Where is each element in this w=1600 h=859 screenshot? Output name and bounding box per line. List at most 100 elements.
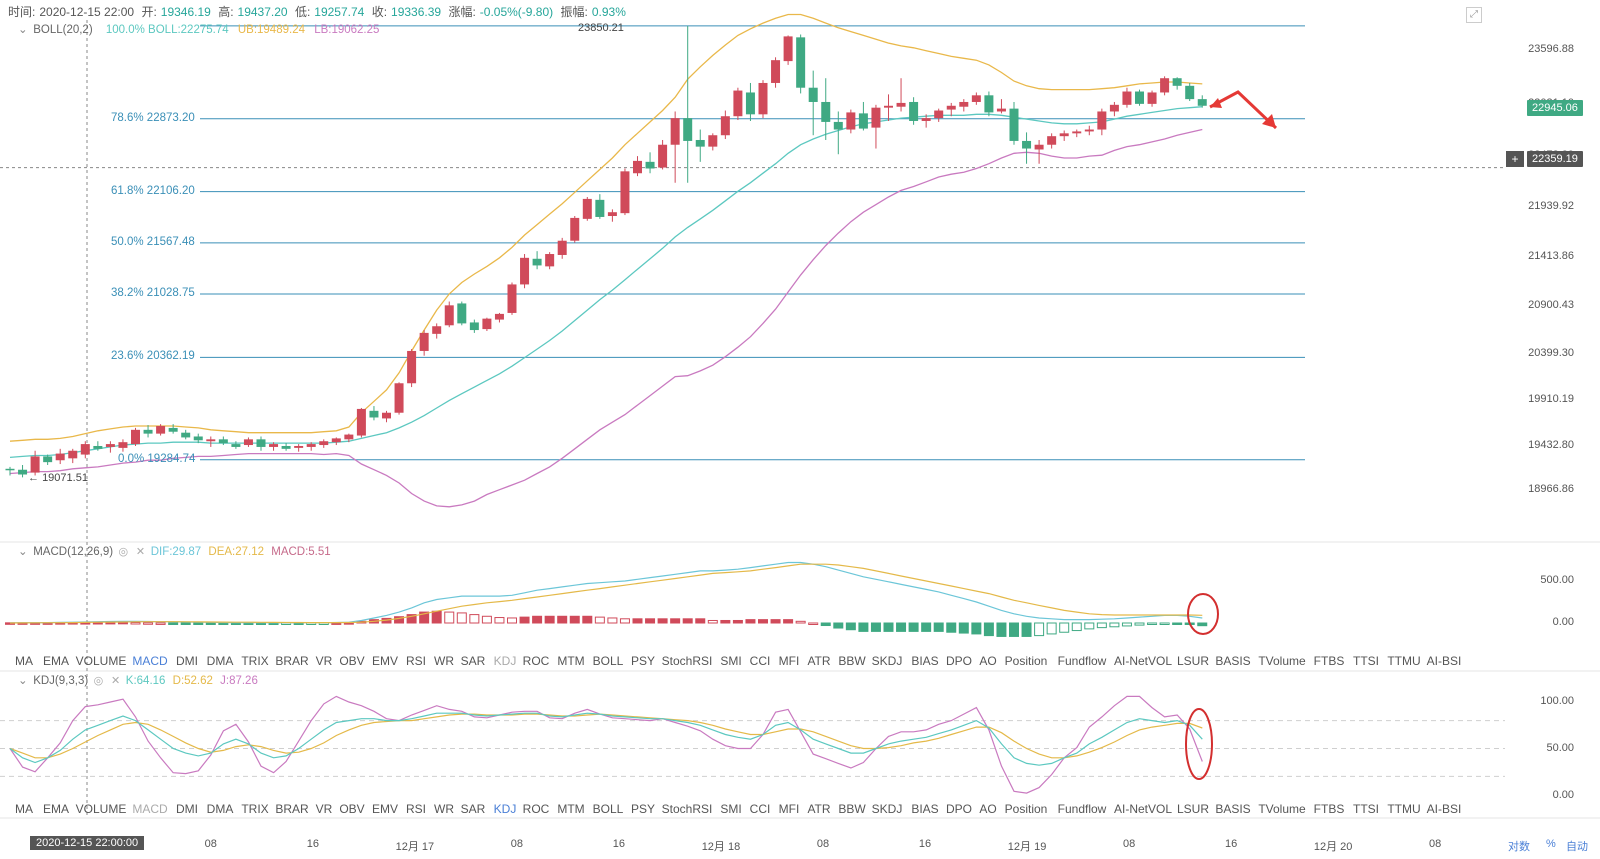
- indicator-tab-ttmu[interactable]: TTMU: [1387, 654, 1420, 668]
- indicator-tab-emv[interactable]: EMV: [372, 654, 398, 668]
- indicator-tab-atr[interactable]: ATR: [807, 802, 830, 816]
- indicator-tab-boll[interactable]: BOLL: [593, 654, 624, 668]
- close-icon[interactable]: ✕: [109, 674, 123, 687]
- indicator-tab-rsi[interactable]: RSI: [406, 654, 426, 668]
- indicator-tab-ai-bsi[interactable]: AI-BSI: [1427, 654, 1462, 668]
- indicator-tab-skdj[interactable]: SKDJ: [872, 802, 903, 816]
- indicator-tab-bias[interactable]: BIAS: [911, 654, 938, 668]
- indicator-tab-ttsi[interactable]: TTSI: [1353, 654, 1379, 668]
- indicator-tab-basis[interactable]: BASIS: [1215, 802, 1250, 816]
- indicator-tab-dma[interactable]: DMA: [207, 654, 234, 668]
- indicator-tab-dma[interactable]: DMA: [207, 802, 234, 816]
- indicator-tab-mfi[interactable]: MFI: [779, 654, 800, 668]
- indicator-tab-ma[interactable]: MA: [15, 802, 33, 816]
- indicator-tab-ema[interactable]: EMA: [43, 802, 69, 816]
- indicator-tab-psy[interactable]: PSY: [631, 654, 655, 668]
- indicator-tab-vr[interactable]: VR: [316, 654, 333, 668]
- indicator-tab-ai-bsi[interactable]: AI-BSI: [1427, 802, 1462, 816]
- collapse-chevron-icon[interactable]: ⌄: [18, 544, 30, 558]
- indicator-tab-ftbs[interactable]: FTBS: [1314, 802, 1345, 816]
- indicator-tab-cci[interactable]: CCI: [750, 802, 771, 816]
- indicator-tab-dmi[interactable]: DMI: [176, 802, 198, 816]
- indicator-tab-boll[interactable]: BOLL: [593, 802, 624, 816]
- indicator-tab-ao[interactable]: AO: [979, 654, 996, 668]
- add-alert-button[interactable]: +: [1506, 151, 1524, 167]
- indicator-tab-trix[interactable]: TRIX: [241, 802, 268, 816]
- indicator-tab-sar[interactable]: SAR: [461, 802, 486, 816]
- candle-body: [319, 441, 329, 446]
- indicator-tab-lsur[interactable]: LSUR: [1177, 802, 1209, 816]
- indicator-tab-dpo[interactable]: DPO: [946, 654, 972, 668]
- indicator-tab-position[interactable]: Position: [1005, 802, 1048, 816]
- indicator-tab-smi[interactable]: SMI: [720, 802, 741, 816]
- indicator-tab-position[interactable]: Position: [1005, 654, 1048, 668]
- indicator-tab-macd[interactable]: MACD: [132, 802, 167, 816]
- macd-histogram-bar: [205, 622, 216, 625]
- macd-histogram-bar: [946, 622, 957, 633]
- indicator-tab-tvolume[interactable]: TVolume: [1258, 802, 1305, 816]
- indicator-tab-ftbs[interactable]: FTBS: [1314, 654, 1345, 668]
- indicator-tab-fundflow[interactable]: Fundflow: [1058, 654, 1107, 668]
- settings-icon[interactable]: ◎: [116, 545, 130, 558]
- indicator-tab-ema[interactable]: EMA: [43, 654, 69, 668]
- indicator-tab-volume[interactable]: VOLUME: [76, 802, 127, 816]
- indicator-tab-macd[interactable]: MACD: [132, 654, 167, 668]
- indicator-tab-skdj[interactable]: SKDJ: [872, 654, 903, 668]
- indicator-tab-lsur[interactable]: LSUR: [1177, 654, 1209, 668]
- indicator-tab-bbw[interactable]: BBW: [838, 654, 865, 668]
- indicator-tab-roc[interactable]: ROC: [523, 802, 550, 816]
- indicator-tab-obv[interactable]: OBV: [339, 802, 364, 816]
- indicator-tab-fundflow[interactable]: Fundflow: [1058, 802, 1107, 816]
- indicator-tab-ai-netvol[interactable]: AI-NetVOL: [1114, 802, 1172, 816]
- settings-icon[interactable]: ◎: [91, 674, 105, 687]
- macd-histogram-bar: [908, 622, 919, 632]
- indicator-tab-vr[interactable]: VR: [316, 802, 333, 816]
- collapse-chevron-icon[interactable]: ⌄: [18, 673, 30, 687]
- indicator-tab-ttmu[interactable]: TTMU: [1387, 802, 1420, 816]
- indicator-tab-atr[interactable]: ATR: [807, 654, 830, 668]
- indicator-tab-mtm[interactable]: MTM: [557, 802, 584, 816]
- indicator-tab-dpo[interactable]: DPO: [946, 802, 972, 816]
- indicator-tab-ai-netvol[interactable]: AI-NetVOL: [1114, 654, 1172, 668]
- chart-canvas[interactable]: [0, 0, 1600, 859]
- indicator-tab-dmi[interactable]: DMI: [176, 654, 198, 668]
- indicator-tab-basis[interactable]: BASIS: [1215, 654, 1250, 668]
- candle-body: [206, 439, 216, 442]
- indicator-tab-bbw[interactable]: BBW: [838, 802, 865, 816]
- indicator-tab-emv[interactable]: EMV: [372, 802, 398, 816]
- indicator-tab-smi[interactable]: SMI: [720, 654, 741, 668]
- indicator-tab-tvolume[interactable]: TVolume: [1258, 654, 1305, 668]
- indicator-tab-trix[interactable]: TRIX: [241, 654, 268, 668]
- indicator-tab-bias[interactable]: BIAS: [911, 802, 938, 816]
- log-scale-button[interactable]: 对数: [1508, 838, 1530, 854]
- fib-level-label: 38.2% 21028.75: [111, 287, 195, 300]
- close-icon[interactable]: ✕: [134, 545, 148, 558]
- indicator-tab-psy[interactable]: PSY: [631, 802, 655, 816]
- indicator-tab-stochrsi[interactable]: StochRSI: [662, 802, 713, 816]
- candle-body: [720, 116, 730, 136]
- candle-body: [884, 105, 893, 108]
- indicator-tab-sar[interactable]: SAR: [461, 654, 486, 668]
- indicator-tab-brar[interactable]: BRAR: [275, 802, 308, 816]
- indicator-tab-stochrsi[interactable]: StochRSI: [662, 654, 713, 668]
- indicator-tab-mtm[interactable]: MTM: [557, 654, 584, 668]
- indicator-tab-roc[interactable]: ROC: [523, 654, 550, 668]
- percent-scale-button[interactable]: %: [1546, 838, 1556, 850]
- indicator-tab-mfi[interactable]: MFI: [779, 802, 800, 816]
- indicator-tab-wr[interactable]: WR: [434, 802, 454, 816]
- indicator-tab-obv[interactable]: OBV: [339, 654, 364, 668]
- indicator-tab-volume[interactable]: VOLUME: [76, 654, 127, 668]
- fullscreen-icon[interactable]: ⤢: [1466, 7, 1482, 23]
- indicator-tab-wr[interactable]: WR: [434, 654, 454, 668]
- indicator-tab-ma[interactable]: MA: [15, 654, 33, 668]
- indicator-tab-ao[interactable]: AO: [979, 802, 996, 816]
- collapse-chevron-icon[interactable]: ⌄: [18, 22, 30, 36]
- auto-scale-button[interactable]: 自动: [1566, 838, 1588, 854]
- indicator-tab-ttsi[interactable]: TTSI: [1353, 802, 1379, 816]
- indicator-tab-rsi[interactable]: RSI: [406, 802, 426, 816]
- indicator-tab-kdj[interactable]: KDJ: [494, 654, 517, 668]
- indicator-tab-kdj[interactable]: KDJ: [494, 802, 517, 816]
- indicator-tab-brar[interactable]: BRAR: [275, 654, 308, 668]
- indicator-tab-cci[interactable]: CCI: [750, 654, 771, 668]
- macd-macd-value: MACD:5.51: [271, 546, 331, 558]
